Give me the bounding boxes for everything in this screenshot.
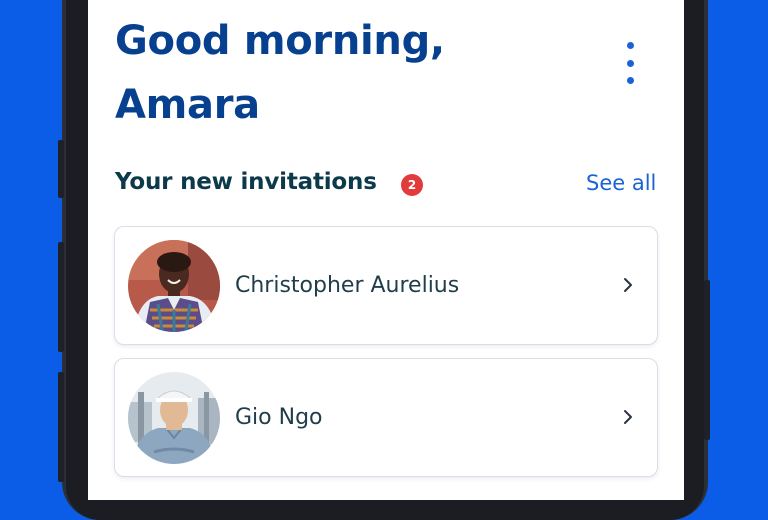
app-screen: Good morning, Amara Your new invitations… xyxy=(88,0,684,500)
see-all-link[interactable]: See all xyxy=(586,171,656,195)
chevron-right-icon xyxy=(624,410,632,424)
invitations-title: Your new invitations xyxy=(115,169,377,195)
invitation-name: Christopher Aurelius xyxy=(235,273,460,298)
silent-switch xyxy=(58,140,64,198)
more-vertical-icon[interactable] xyxy=(618,42,642,84)
volume-up-button xyxy=(58,242,64,352)
avatar xyxy=(128,240,220,332)
volume-down-button xyxy=(58,372,64,482)
greeting-line: Good morning, xyxy=(115,18,445,64)
invitation-name: Gio Ngo xyxy=(235,405,323,430)
user-name: Amara xyxy=(115,82,260,128)
greeting-heading: Good morning, Amara xyxy=(115,9,535,137)
avatar xyxy=(128,372,220,464)
invitation-card[interactable]: Gio Ngo xyxy=(114,358,658,477)
invitation-card[interactable]: Christopher Aurelius xyxy=(114,226,658,345)
power-button xyxy=(704,280,710,440)
chevron-right-icon xyxy=(624,278,632,292)
invitation-count-badge: 2 xyxy=(401,174,423,196)
